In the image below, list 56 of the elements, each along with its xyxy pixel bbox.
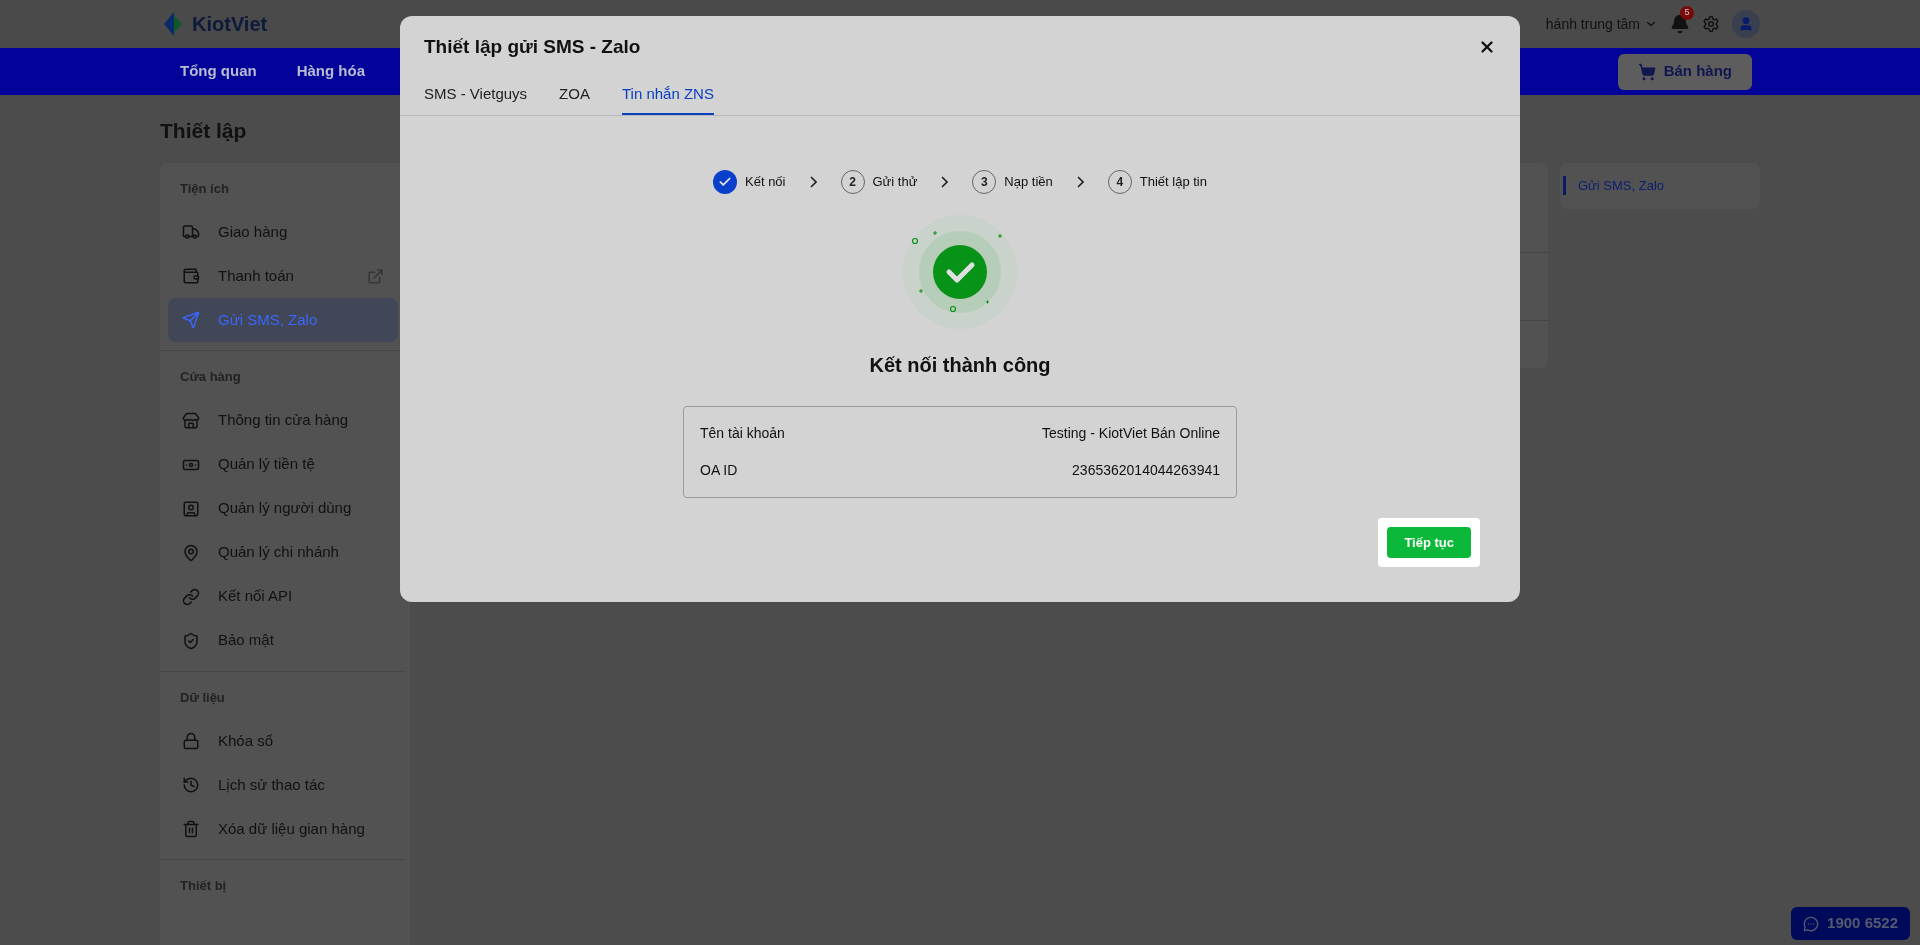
sidebar-item[interactable]: Quản lý tiền tệ xyxy=(168,442,398,487)
step-label: Gửi thử xyxy=(872,173,918,192)
wallet-icon xyxy=(182,267,200,285)
sidebar-item[interactable]: Kết nối API xyxy=(168,574,398,619)
history-icon xyxy=(182,776,200,794)
sidebar-item[interactable]: Bảo mật xyxy=(168,618,398,663)
sidebar-item[interactable]: Xóa dữ liệu gian hàng xyxy=(168,807,398,851)
cart-icon xyxy=(1637,62,1656,81)
notification-icon[interactable] xyxy=(1670,14,1690,34)
hotline-button[interactable]: 1900 6522 xyxy=(1791,907,1910,940)
step-label: Kết nối xyxy=(745,173,786,192)
chevron-right-icon xyxy=(1076,176,1084,188)
chevron-right-icon xyxy=(941,176,949,188)
nav-item[interactable]: Tổng quan xyxy=(180,60,257,83)
sidebar-item[interactable]: Thanh toán xyxy=(168,254,398,298)
avatar-button[interactable] xyxy=(1732,10,1760,38)
sell-button[interactable]: Bán hàng xyxy=(1617,53,1752,90)
branch-selector[interactable]: hánh trung tâm xyxy=(1545,13,1658,35)
shield-icon xyxy=(182,631,200,650)
continue-button[interactable]: Tiếp tục xyxy=(1387,527,1471,558)
chat-icon xyxy=(1803,915,1820,932)
step-label: Nạp tiền xyxy=(1004,173,1053,192)
page-title: Thiết lập xyxy=(160,119,247,142)
sidebar-item[interactable]: Khóa sổ xyxy=(168,719,398,763)
paper-plane-icon xyxy=(182,311,200,329)
info-label: Tên tài khoản xyxy=(700,424,785,443)
logo-text[interactable]: KiotViet xyxy=(192,9,268,39)
info-value: 2365362014044263941 xyxy=(1072,461,1220,480)
link-icon xyxy=(182,587,200,606)
sidebar-item[interactable]: Gửi SMS, Zalo xyxy=(168,298,398,342)
notification-badge: 5 xyxy=(1680,6,1694,20)
sidebar-item[interactable]: Thông tin cửa hàng xyxy=(168,398,398,443)
user-icon xyxy=(1738,16,1754,32)
tab[interactable]: Tin nhắn ZNS xyxy=(621,82,714,115)
store-icon xyxy=(182,411,200,430)
modal-title: Thiết lập gửi SMS - Zalo xyxy=(424,34,641,59)
nav-item[interactable]: Hàng hóa xyxy=(296,60,365,83)
close-icon[interactable] xyxy=(1478,38,1496,56)
info-value: Testing - KiotViet Bán Online xyxy=(1042,424,1220,443)
sidebar-item[interactable]: Giao hàng xyxy=(168,210,398,254)
truck-icon xyxy=(182,223,200,241)
tab[interactable]: SMS - Vietguys xyxy=(424,82,528,115)
sidebar-item[interactable]: Quản lý người dùng xyxy=(168,486,398,531)
tab[interactable]: ZOA xyxy=(559,82,590,115)
map-pin-icon xyxy=(182,543,200,562)
sidebar-item[interactable]: Lịch sử thao tác xyxy=(168,763,398,807)
step-label: Thiết lập tin xyxy=(1139,173,1207,192)
settings-icon[interactable] xyxy=(1702,15,1720,33)
info-label: OA ID xyxy=(700,461,738,480)
lock-icon xyxy=(182,732,200,750)
success-title: Kết nối thành công xyxy=(869,353,1051,378)
sidebar-item[interactable]: Quản lý chi nhánh xyxy=(168,530,398,575)
user-card-icon xyxy=(182,499,200,518)
anchor-link[interactable]: Gửi SMS, Zalo xyxy=(1563,175,1664,196)
chevron-right-icon xyxy=(809,176,817,188)
trash-icon xyxy=(182,820,200,838)
